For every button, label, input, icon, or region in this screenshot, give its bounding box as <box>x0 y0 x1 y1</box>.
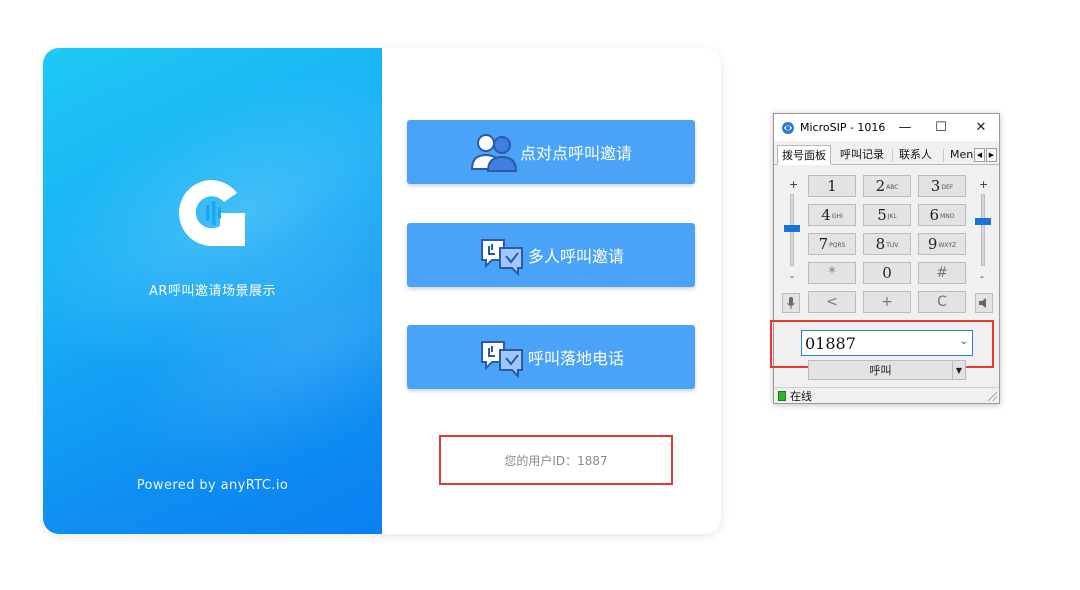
desktop: AR呼叫邀请场景展示 Powered by anyRTC.io 点对点呼叫邀请 <box>0 0 1080 590</box>
key-digit: 9 <box>927 235 938 253</box>
minimize-button[interactable]: — <box>887 114 923 141</box>
landline-call-label: 呼叫落地电话 <box>527 349 624 368</box>
close-button[interactable]: ✕ <box>963 114 999 141</box>
tab-separator <box>892 149 893 162</box>
key-letters: GHI <box>831 213 843 220</box>
brand-panel: AR呼叫邀请场景展示 Powered by anyRTC.io <box>43 48 382 534</box>
microsip-titlebar[interactable]: MicroSIP - 1016 — ☐ ✕ <box>774 114 999 141</box>
dialpad-key-8[interactable]: 8 TUV <box>863 233 911 255</box>
tab-scroll-right-button[interactable]: ▶ <box>986 148 997 162</box>
mic-volume-minus-label: - <box>790 270 794 283</box>
resize-grip-icon[interactable] <box>988 392 997 401</box>
dialpad-key-hash[interactable]: # <box>918 262 966 284</box>
speaker-volume-slider[interactable] <box>981 194 985 266</box>
microsip-window: MicroSIP - 1016 — ☐ ✕ 拨号面板 呼叫记录 联系人 Menu… <box>770 113 1000 404</box>
anyrtc-logo-icon <box>179 180 245 246</box>
tab-scroll-left-button[interactable]: ◀ <box>974 148 985 162</box>
maximize-button[interactable]: ☐ <box>923 114 959 141</box>
key-digit: 4 <box>821 206 831 224</box>
landline-call-button[interactable]: 呼叫落地电话 <box>407 325 695 389</box>
dial-number-input[interactable]: 01887 ⌄ <box>801 330 973 356</box>
action-panel: 点对点呼叫邀请 多人呼叫邀请 呼叫落地电话 您的用户ID：1887 <box>382 48 721 534</box>
call-options-dropdown[interactable]: ▼ <box>952 360 966 380</box>
tab-dialpad[interactable]: 拨号面板 <box>777 145 831 165</box>
speaker-volume-minus-label: - <box>980 270 984 283</box>
powered-by-label: Powered by anyRTC.io <box>136 478 289 493</box>
plus-button[interactable]: + <box>863 291 911 313</box>
microsip-title: MicroSIP - 1016 <box>800 121 886 134</box>
microsip-tabs: 拨号面板 呼叫记录 联系人 Menu ◀ ▶ <box>774 143 999 165</box>
speaker-icon <box>978 298 986 308</box>
tab-separator <box>943 149 944 162</box>
status-text: 在线 <box>790 389 812 403</box>
chevron-down-icon[interactable]: ⌄ <box>960 336 968 347</box>
clear-button[interactable]: C <box>918 291 966 313</box>
microphone-icon <box>787 297 795 309</box>
dialpad-key-3[interactable]: 3 DEF <box>918 175 966 197</box>
app-title: AR呼叫邀请场景展示 <box>149 284 276 299</box>
call-label: 呼叫 <box>869 364 892 377</box>
dialpad-key-4[interactable]: 4 GHI <box>808 204 856 226</box>
speaker-volume-plus-label: + <box>979 178 989 191</box>
key-digit: 1 <box>827 177 837 195</box>
tab-contacts[interactable]: 联系人 <box>895 145 936 165</box>
dialpad-key-0[interactable]: 0 <box>863 262 911 284</box>
online-status-icon <box>778 390 786 401</box>
call-button[interactable]: 呼叫 <box>808 360 953 380</box>
key-letters: DEF <box>941 184 954 191</box>
mic-volume-plus-label: + <box>789 178 799 191</box>
tab-call-history[interactable]: 呼叫记录 <box>836 145 888 165</box>
ar-call-app-window: AR呼叫邀请场景展示 Powered by anyRTC.io 点对点呼叫邀请 <box>43 48 721 534</box>
speaker-volume-thumb[interactable] <box>975 218 991 225</box>
key-letters: ABC <box>886 184 899 191</box>
dialpad-key-star[interactable]: * <box>808 262 856 284</box>
key-digit: 5 <box>877 206 887 224</box>
key-letters: TUV <box>886 242 899 249</box>
user-id-display: 您的用户ID：1887 <box>439 435 673 485</box>
key-digit: # <box>936 265 948 281</box>
chat-bubbles-icon <box>480 239 523 276</box>
p2p-call-button[interactable]: 点对点呼叫邀请 <box>407 120 695 184</box>
key-digit: 3 <box>930 177 941 195</box>
backspace-label: < <box>826 294 838 310</box>
key-digit: * <box>828 265 836 281</box>
dialpad-key-9[interactable]: 9 WXYZ <box>918 233 966 255</box>
mute-mic-button[interactable] <box>782 293 800 313</box>
p2p-call-label: 点对点呼叫邀请 <box>519 144 632 163</box>
key-letters: PQRS <box>829 242 846 249</box>
mute-speaker-button[interactable] <box>975 293 993 313</box>
user-id-label: 您的用户ID：1887 <box>504 453 608 468</box>
key-digit: 0 <box>882 264 892 282</box>
dialpad-key-5[interactable]: 5 JKL <box>863 204 911 226</box>
dialpad-key-6[interactable]: 6 MNO <box>918 204 966 226</box>
key-digit: 8 <box>875 235 886 253</box>
backspace-button[interactable]: < <box>808 291 856 313</box>
dialpad-key-2[interactable]: 2 ABC <box>863 175 911 197</box>
mic-volume-thumb[interactable] <box>784 225 800 232</box>
status-bar: 在线 <box>774 387 999 403</box>
chat-bubbles-icon <box>480 341 523 378</box>
key-digit: 2 <box>875 177 886 195</box>
dialpad-key-1[interactable]: 1 <box>808 175 856 197</box>
multi-call-button[interactable]: 多人呼叫邀请 <box>407 223 695 287</box>
key-digit: 6 <box>929 206 940 224</box>
dial-number-value: 01887 <box>805 333 856 353</box>
key-digit: 7 <box>818 235 829 253</box>
plus-label: + <box>881 294 893 310</box>
key-letters: MNO <box>940 213 955 220</box>
key-letters: WXYZ <box>938 242 957 249</box>
clear-label: C <box>937 294 947 310</box>
microsip-app-icon <box>782 121 794 134</box>
key-letters: JKL <box>887 213 897 220</box>
multi-call-label: 多人呼叫邀请 <box>527 247 624 266</box>
dialpad-key-7[interactable]: 7 PQRS <box>808 233 856 255</box>
two-users-icon <box>470 134 517 172</box>
